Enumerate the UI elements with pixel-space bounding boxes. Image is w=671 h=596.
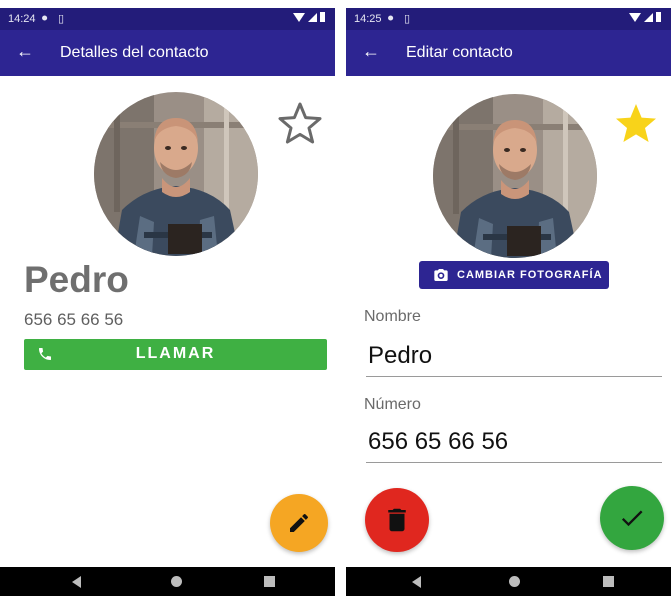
system-icons bbox=[629, 12, 661, 22]
mic-icon: ⚫ bbox=[40, 13, 50, 25]
arrow-back-icon[interactable]: ← bbox=[362, 41, 382, 61]
battery-icon bbox=[320, 12, 325, 22]
app-bar: ← Detalles del contacto bbox=[0, 30, 335, 76]
status-time: 14:25 bbox=[354, 13, 382, 25]
favorite-toggle[interactable] bbox=[276, 100, 324, 148]
status-bar: 14:25 ⚫ ▯ bbox=[346, 8, 671, 30]
contact-phone: 656 65 66 56 bbox=[24, 310, 124, 329]
arrow-back-icon[interactable]: ← bbox=[16, 41, 36, 61]
screen-divider bbox=[335, 0, 346, 596]
delete-fab[interactable] bbox=[365, 488, 429, 552]
nav-home-icon[interactable] bbox=[509, 576, 520, 587]
page-title: Detalles del contacto bbox=[60, 44, 209, 61]
star-outline-icon bbox=[278, 102, 322, 144]
contact-name: Pedro bbox=[24, 259, 129, 300]
nav-back-icon[interactable] bbox=[72, 576, 81, 588]
favorite-toggle[interactable] bbox=[612, 100, 660, 148]
wifi-icon bbox=[293, 12, 305, 22]
avatar-photo bbox=[94, 92, 258, 256]
page-title: Editar contacto bbox=[406, 44, 513, 61]
change-photo-button[interactable]: CAMBIAR FOTOGRAFÍA bbox=[419, 261, 609, 289]
system-nav-bar bbox=[0, 567, 335, 596]
mic-icon: ⚫ bbox=[386, 13, 396, 25]
signal-icon bbox=[308, 12, 317, 22]
system-nav-bar bbox=[346, 567, 671, 596]
edit-fab[interactable] bbox=[270, 494, 328, 552]
trash-icon bbox=[388, 508, 406, 532]
pencil-icon bbox=[290, 513, 308, 532]
status-bar: 14:24 ⚫ ▯ bbox=[0, 8, 335, 30]
wifi-icon bbox=[629, 12, 641, 22]
contact-details-screen: 14:24 ⚫ ▯ ← Detalles del contacto Pedro … bbox=[0, 0, 335, 596]
name-field-label: Nombre bbox=[364, 308, 421, 325]
nav-recent-icon[interactable] bbox=[603, 576, 614, 587]
edit-contact-screen: 14:25 ⚫ ▯ ← Editar contacto CAMBIAR FOTO… bbox=[346, 0, 671, 596]
sim-icon: ▯ bbox=[58, 13, 65, 25]
nav-home-icon[interactable] bbox=[171, 576, 182, 587]
avatar-photo bbox=[433, 94, 597, 258]
save-fab[interactable] bbox=[600, 486, 664, 550]
change-photo-label: CAMBIAR FOTOGRAFÍA bbox=[457, 269, 603, 281]
name-input[interactable] bbox=[366, 342, 662, 377]
star-filled-icon bbox=[616, 104, 656, 142]
call-button[interactable]: LLAMAR bbox=[24, 339, 327, 370]
number-input[interactable] bbox=[366, 428, 662, 463]
contact-avatar bbox=[433, 94, 597, 258]
number-field-label: Número bbox=[364, 396, 421, 413]
status-time: 14:24 bbox=[8, 13, 36, 25]
check-icon bbox=[621, 510, 643, 527]
contact-avatar bbox=[94, 92, 258, 256]
signal-icon bbox=[644, 12, 653, 22]
nav-recent-icon[interactable] bbox=[264, 576, 275, 587]
camera-icon bbox=[434, 269, 448, 281]
nav-back-icon[interactable] bbox=[412, 576, 421, 588]
battery-icon bbox=[656, 12, 661, 22]
app-bar: ← Editar contacto bbox=[346, 30, 671, 76]
system-icons bbox=[293, 12, 325, 22]
sim-icon: ▯ bbox=[404, 13, 411, 25]
call-button-label: LLAMAR bbox=[135, 345, 216, 362]
